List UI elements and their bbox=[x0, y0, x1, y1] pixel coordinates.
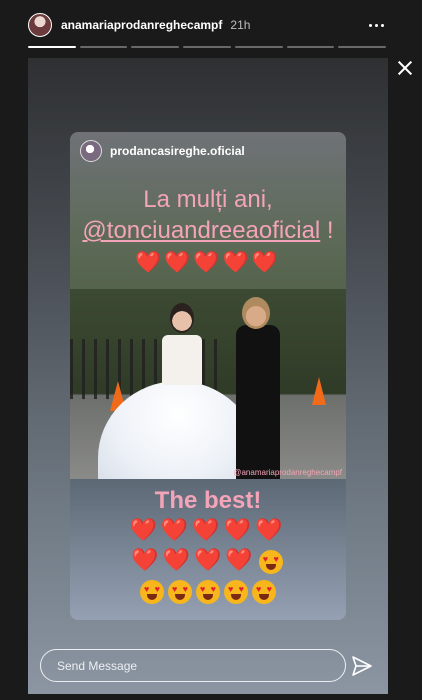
greeting-line: La mulți ani, bbox=[143, 186, 273, 213]
avatar[interactable] bbox=[28, 13, 52, 37]
heart-eyes-emoji-icon bbox=[224, 580, 248, 605]
woman-head bbox=[242, 296, 270, 329]
progress-segment bbox=[28, 46, 76, 48]
send-icon[interactable] bbox=[350, 654, 374, 678]
more-options-button[interactable] bbox=[364, 15, 388, 35]
photo-watermark: @anamariaprodanreghecampf bbox=[233, 467, 342, 477]
heart-eyes-emoji-icon bbox=[252, 580, 276, 605]
reply-bar bbox=[40, 649, 346, 682]
progress-segment bbox=[338, 46, 387, 48]
mention-suffix: ! bbox=[320, 217, 334, 245]
bride-top bbox=[162, 334, 202, 385]
hearts-row-1: ❤️❤️❤️❤️❤️ bbox=[129, 516, 287, 542]
timestamp: 21h bbox=[230, 18, 251, 32]
woman-body bbox=[236, 324, 280, 479]
faces-row-3 bbox=[70, 576, 346, 607]
post-header: prodancasireghe.oficial bbox=[70, 132, 346, 170]
story-progress bbox=[28, 46, 387, 48]
post-avatar bbox=[80, 140, 102, 162]
hearts-row-2: ❤️❤️❤️❤️ bbox=[70, 545, 346, 576]
dot-icon bbox=[374, 23, 378, 27]
hearts-row-2-hearts: ❤️❤️❤️❤️ bbox=[131, 547, 257, 573]
heart-eyes-emoji-icon bbox=[258, 549, 283, 574]
progress-segment bbox=[183, 46, 231, 48]
greeting-text: La mulți ani, @tonciuandreeaoficial ! bbox=[70, 184, 346, 246]
dot-icon bbox=[368, 23, 372, 27]
post-username: prodancasireghe.oficial bbox=[110, 144, 245, 158]
progress-segment bbox=[131, 46, 180, 48]
dot-icon bbox=[380, 23, 384, 27]
send-message-input[interactable] bbox=[57, 658, 345, 673]
heart-eyes-emoji-icon bbox=[168, 580, 192, 605]
progress-segment bbox=[234, 46, 283, 48]
story-header: anamariaprodanreghecampf 21h bbox=[28, 10, 388, 40]
username[interactable]: anamariaprodanreghecampf bbox=[61, 18, 222, 32]
progress-segment bbox=[79, 46, 128, 48]
traffic-cone-icon bbox=[312, 376, 326, 405]
progress-segment bbox=[286, 46, 335, 48]
caption-text: The best! bbox=[154, 486, 262, 514]
heart-eyes-emoji-icon bbox=[140, 580, 164, 605]
mention-line: @tonciuandreeaoficial ! bbox=[70, 215, 346, 246]
wedding-photo: @anamariaprodanreghecampf bbox=[70, 288, 346, 479]
bride-head bbox=[170, 302, 194, 333]
mention-link[interactable]: @tonciuandreeaoficial bbox=[82, 217, 320, 244]
shared-post[interactable]: prodancasireghe.oficial La mulți ani, @t… bbox=[70, 132, 346, 620]
story-content[interactable]: prodancasireghe.oficial La mulți ani, @t… bbox=[28, 58, 388, 694]
hearts-top: ❤️❤️❤️❤️❤️ bbox=[135, 251, 281, 275]
heart-eyes-emoji-icon bbox=[196, 580, 220, 605]
close-button[interactable] bbox=[394, 57, 416, 79]
